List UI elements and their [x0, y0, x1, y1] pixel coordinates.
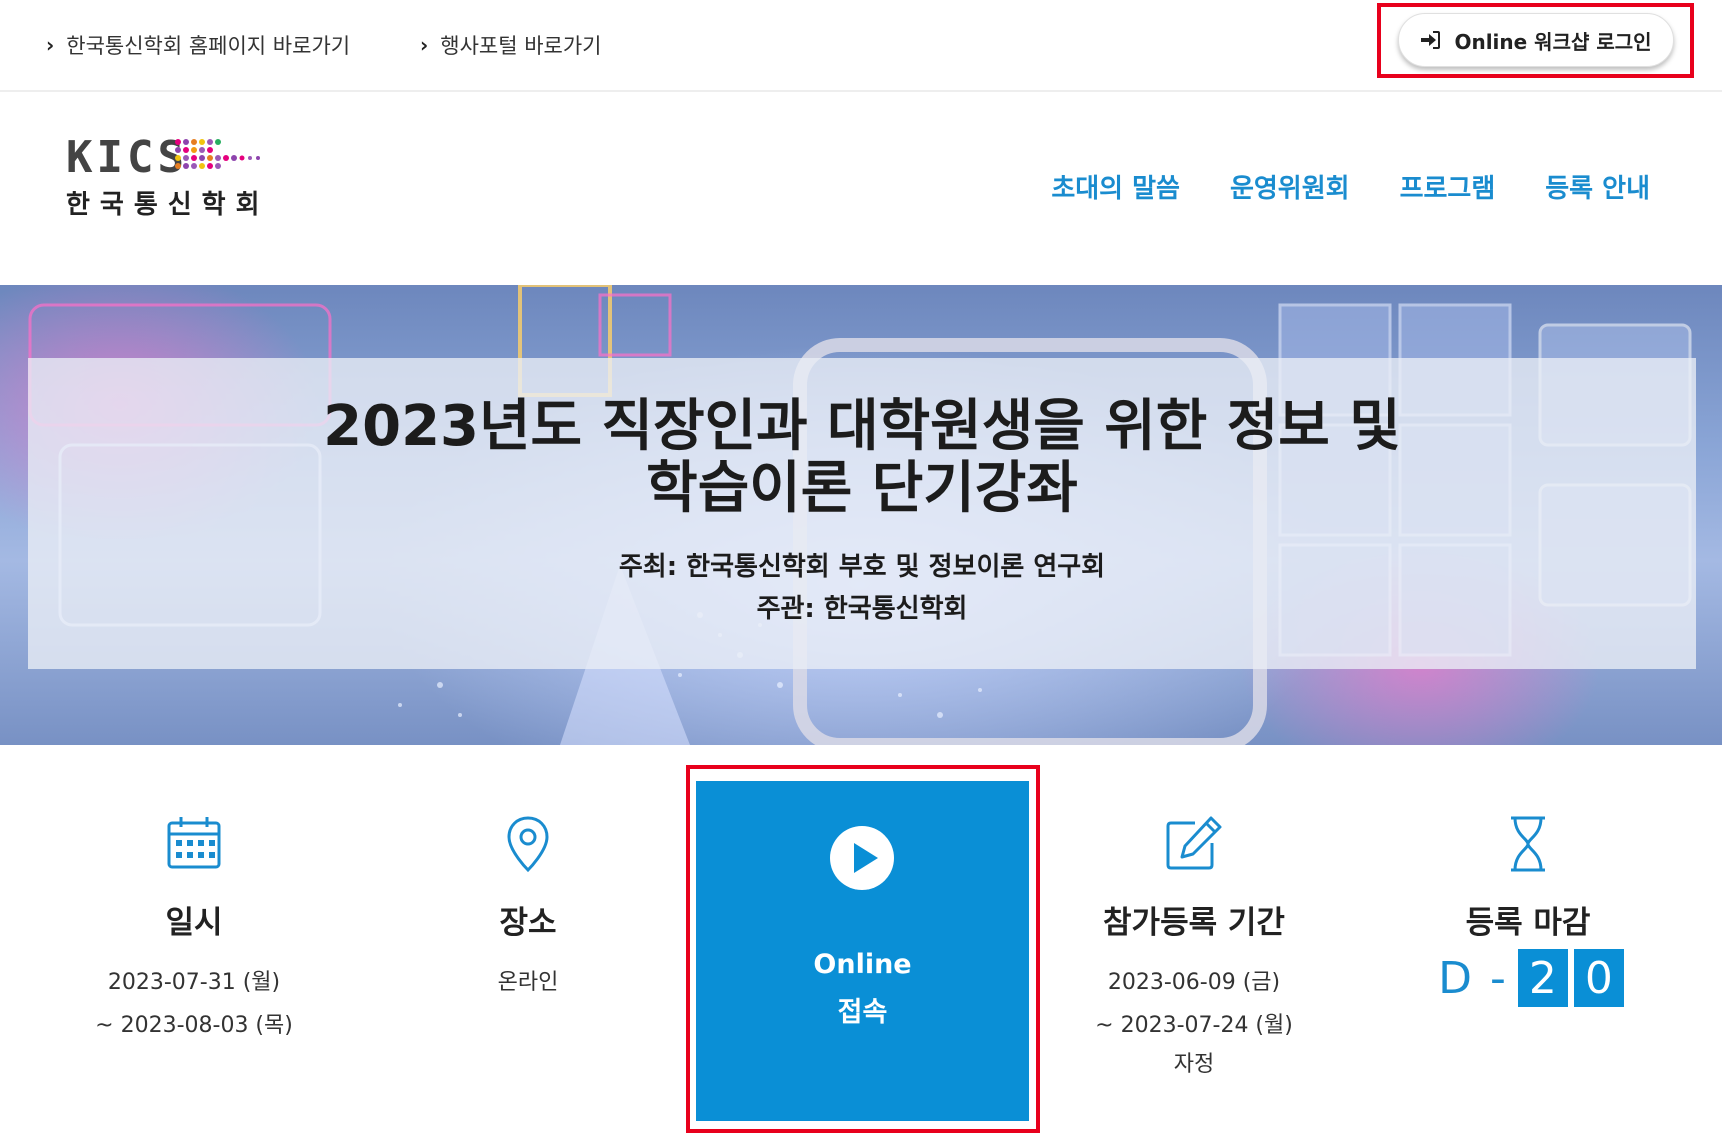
- location-pin-icon: [507, 816, 549, 873]
- nav-invitation[interactable]: 초대의 말씀: [1051, 168, 1180, 205]
- online-access-line2: 접속: [837, 997, 888, 1028]
- nav-program[interactable]: 프로그램: [1400, 168, 1496, 205]
- online-access-label: Online 접속: [696, 941, 1029, 1037]
- nav-registration[interactable]: 등록 안내: [1545, 168, 1650, 205]
- chevron-right-icon: ›: [420, 33, 429, 57]
- info-registration-text: 2023-06-09 (금) ~ 2023-07-24 (월) 자정: [1054, 961, 1334, 1086]
- hero-subtitle: 주최: 한국통신학회 부호 및 정보이론 연구회 주관: 한국통신학회: [28, 546, 1696, 630]
- hero-title-line2: 학습이론 단기강좌: [646, 456, 1078, 521]
- dday-dash: -: [1490, 952, 1506, 1004]
- sign-in-icon: [1421, 31, 1441, 49]
- login-button-label: Online 워크샵 로그인: [1454, 29, 1652, 54]
- play-icon: [830, 826, 894, 890]
- info-date-start: 2023-07-31 (월): [107, 970, 281, 995]
- hero-banner: 2023년도 직장인과 대학원생을 위한 정보 및 학습이론 단기강좌 주최: …: [0, 285, 1722, 745]
- edit-icon: [1166, 816, 1222, 870]
- logo-korean-text: 한국통신학회: [66, 190, 270, 220]
- info-registration-start: 2023-06-09 (금): [1107, 970, 1281, 995]
- info-registration-note: 자정: [1173, 1052, 1215, 1077]
- site-header: KICS 한국통신학회 초대의 말씀 운영위원회 프로그램 등록 안내: [0, 92, 1722, 285]
- dday-digit-1: 2: [1517, 949, 1568, 1007]
- info-date-title: 일시: [165, 905, 223, 941]
- chevron-right-icon: ›: [46, 33, 55, 57]
- calendar-icon: [167, 817, 221, 869]
- top-utility-bar: › 한국통신학회 홈페이지 바로가기 › 행사포털 바로가기 Online 워크…: [0, 0, 1722, 92]
- info-date-text: 2023-07-31 (월) ~ 2023-08-03 (목): [54, 961, 334, 1047]
- online-access-line1: Online: [813, 949, 912, 980]
- info-registration-title: 참가등록 기간: [1103, 905, 1285, 941]
- info-registration-end: ~ 2023-07-24 (월): [1095, 1013, 1293, 1038]
- event-portal-link-label: 행사포털 바로가기: [440, 34, 602, 58]
- dday-digit-2: 0: [1573, 949, 1624, 1007]
- hero-host: 주최: 한국통신학회 부호 및 정보이론 연구회: [618, 552, 1106, 582]
- info-place-title: 장소: [499, 905, 557, 941]
- kics-homepage-link[interactable]: › 한국통신학회 홈페이지 바로가기: [46, 30, 350, 60]
- event-portal-link[interactable]: › 행사포털 바로가기: [420, 30, 602, 60]
- hero-organizer: 주관: 한국통신학회: [756, 594, 968, 624]
- event-info-row: 일시 2023-07-31 (월) ~ 2023-08-03 (목) 장소 온라…: [0, 745, 1722, 1133]
- dday-counter: D - 2 0: [1388, 949, 1668, 1007]
- kics-homepage-link-label: 한국통신학회 홈페이지 바로가기: [66, 34, 351, 58]
- info-place-text: 온라인: [497, 970, 559, 995]
- hero-title: 2023년도 직장인과 대학원생을 위한 정보 및 학습이론 단기강좌: [28, 396, 1696, 520]
- dday-d: D: [1438, 952, 1472, 1004]
- logo-dots-icon: [175, 139, 260, 169]
- logo-kics-text: KICS: [66, 132, 188, 183]
- info-date-end: ~ 2023-08-03 (목): [95, 1013, 293, 1038]
- nav-committee[interactable]: 운영위원회: [1230, 168, 1350, 205]
- hourglass-icon: [1511, 816, 1545, 872]
- hero-title-panel: 2023년도 직장인과 대학원생을 위한 정보 및 학습이론 단기강좌 주최: …: [28, 358, 1696, 669]
- hero-title-line1: 2023년도 직장인과 대학원생을 위한 정보 및: [323, 394, 1401, 459]
- online-workshop-login-button[interactable]: Online 워크샵 로그인: [1398, 13, 1674, 67]
- main-nav: 초대의 말씀 운영위원회 프로그램 등록 안내: [1051, 168, 1650, 205]
- online-access-button[interactable]: Online 접속: [696, 781, 1029, 1121]
- info-deadline-title: 등록 마감: [1465, 905, 1591, 941]
- kics-logo[interactable]: KICS 한국통신학회: [66, 132, 276, 220]
